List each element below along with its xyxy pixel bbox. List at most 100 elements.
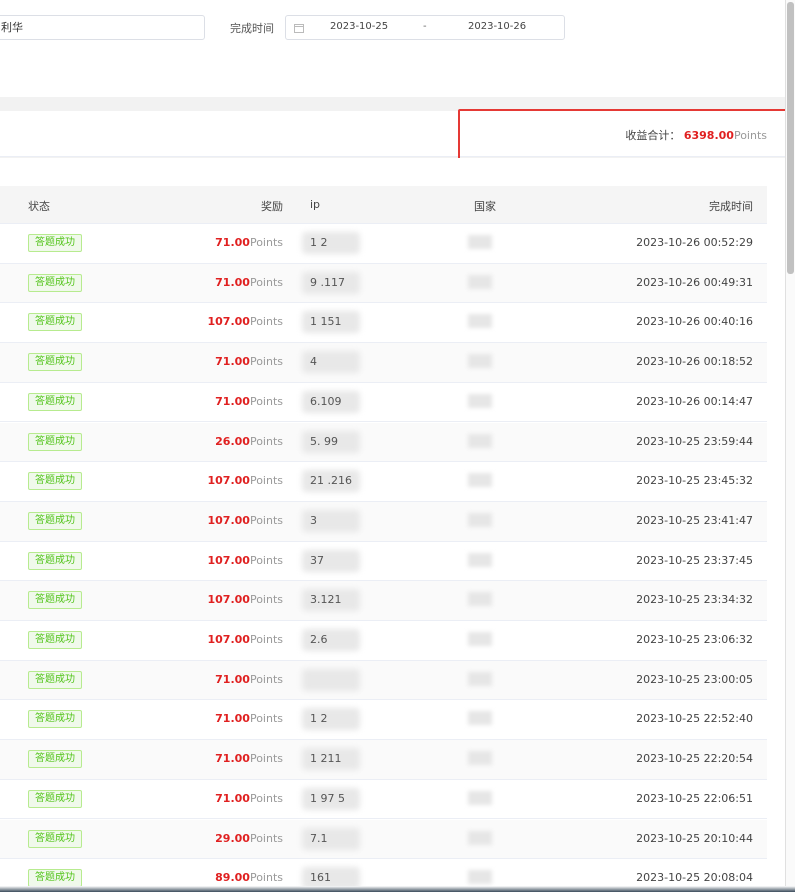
reward-cell: 89.00Points: [215, 871, 283, 884]
reward-value: 71.00: [215, 791, 250, 805]
reward-cell: 107.00Points: [208, 514, 284, 527]
ip-cell: 7.1: [310, 831, 328, 845]
country-cell-redacted: [468, 870, 492, 885]
ip-cell: 1 151: [310, 315, 342, 329]
reward-cell: 107.00Points: [208, 593, 284, 606]
reward-value: 107.00: [207, 474, 250, 488]
status-badge: 答题成功: [28, 710, 82, 729]
status-badge: 答题成功: [28, 273, 82, 292]
table-row: 答题成功 107.00Points 3.121 2023-10-25 23:34:3…: [0, 581, 767, 621]
completion-time-cell: 2023-10-25 23:37:45: [636, 553, 753, 567]
table-row: 答题成功 71.00Points 1 211 2023-10-25 22:20:54: [0, 740, 767, 780]
reward-value: 71.00: [215, 355, 250, 369]
completion-time-cell: 2023-10-25 20:10:44: [636, 831, 753, 845]
reward-cell: 71.00Points: [215, 355, 283, 368]
ip-cell: 1 2: [310, 712, 328, 726]
status-badge: 答题成功: [28, 392, 82, 411]
table-row: 答题成功 71.00Points 1 2 2023-10-25 22:52:40: [0, 700, 767, 741]
reward-unit: Points: [249, 791, 283, 805]
reward-value: 89.00: [215, 871, 250, 885]
reward-unit: Points: [249, 355, 283, 369]
reward-cell: 107.00Points: [208, 554, 284, 567]
reward-value: 107.00: [207, 593, 250, 607]
country-cell-redacted: [468, 711, 492, 726]
ip-cell: 2.6: [310, 633, 328, 646]
date-end[interactable]: 2023-10-26: [468, 21, 526, 32]
reward-cell: 26.00Points: [215, 435, 283, 448]
reward-cell: 107.00Points: [208, 315, 284, 328]
status-badge: 答题成功: [28, 631, 82, 649]
table-row: 答题成功 71.00Points 1 2 2023-10-26 00:52:29: [0, 224, 767, 264]
reward-cell: 71.00Points: [215, 673, 283, 686]
reward-cell: 71.00Points: [215, 236, 283, 249]
ip-redaction: [302, 668, 360, 691]
reward-value: 107.00: [207, 513, 250, 527]
date-start[interactable]: 2023-10-25: [330, 21, 388, 32]
status-badge: 答题成功: [28, 551, 82, 570]
ip-cell: 3: [310, 513, 317, 527]
reward-unit: Points: [249, 831, 283, 845]
completion-time-cell: 2023-10-26 00:14:47: [636, 394, 753, 408]
completion-time-cell: 2023-10-25 20:08:04: [636, 871, 753, 885]
reward-cell: 71.00Points: [215, 276, 283, 289]
completion-time-cell: 2023-10-26 00:49:31: [636, 275, 753, 289]
reward-cell: 71.00Points: [215, 395, 283, 408]
table-row: 答题成功 107.00Points 1 151 2023-10-26 00:40:1…: [0, 303, 767, 344]
ip-cell: 5. 99: [310, 434, 338, 448]
reward-value: 107.00: [207, 553, 250, 567]
calendar-icon: [294, 24, 304, 33]
ip-cell: 3.121: [310, 593, 342, 607]
table-row: 答题成功 26.00Points 5. 99 2023-10-25 23:59:44: [0, 422, 767, 463]
filter-panel: 利华 完成时间 2023-10-25 - 2023-10-26: [0, 0, 795, 97]
country-cell-redacted: [468, 393, 492, 408]
completion-time-cell: 2023-10-25 22:52:40: [636, 712, 753, 726]
reward-unit: Points: [249, 593, 283, 607]
status-badge: 答题成功: [28, 591, 82, 610]
reward-unit: Points: [249, 752, 283, 766]
name-search-input[interactable]: 利华: [0, 15, 205, 40]
reward-value: 107.00: [207, 315, 250, 329]
reward-unit: Points: [249, 672, 283, 686]
table-header: 状态 奖励 ip 国家 完成时间: [0, 186, 767, 224]
reward-cell: 107.00Points: [208, 474, 284, 487]
reward-unit: Points: [249, 712, 283, 726]
status-badge: 答题成功: [28, 353, 82, 372]
reward-unit: Points: [249, 394, 283, 408]
reward-cell: 71.00Points: [215, 752, 283, 765]
reward-unit: Points: [249, 474, 283, 488]
reward-value: 71.00: [215, 752, 250, 766]
country-cell-redacted: [468, 314, 492, 329]
header-status: 状态: [28, 200, 50, 213]
country-cell-redacted: [468, 790, 492, 805]
reward-unit: Points: [249, 871, 283, 885]
scrollbar-thumb[interactable]: [787, 2, 794, 274]
status-badge: 答题成功: [28, 750, 82, 769]
reward-value: 71.00: [215, 275, 250, 289]
country-cell-redacted: [468, 235, 492, 249]
reward-value: 71.00: [215, 712, 250, 726]
ip-cell: 4: [310, 355, 317, 369]
vertical-scrollbar[interactable]: [785, 0, 795, 892]
table-row: 答题成功 107.00Points 2.6 2023-10-25 23:06:32: [0, 621, 767, 661]
table-row: 答题成功 107.00Points 3 2023-10-25 23:41:47: [0, 501, 767, 542]
country-cell-redacted: [468, 512, 492, 527]
completion-time-cell: 2023-10-26 00:40:16: [636, 315, 753, 329]
country-cell-redacted: [468, 671, 492, 686]
table-row: 答题成功 71.00Points 1 97 5 2023-10-25 22:06:51: [0, 779, 767, 820]
table-row: 答题成功 107.00Points 37 2023-10-25 23:37:45: [0, 541, 767, 582]
reward-cell: 29.00Points: [215, 832, 283, 845]
completion-time-cell: 2023-10-25 23:45:32: [636, 474, 753, 488]
reward-value: 71.00: [215, 394, 250, 408]
reward-value: 26.00: [215, 434, 250, 448]
status-badge: 答题成功: [28, 472, 82, 491]
status-badge: 答题成功: [28, 432, 82, 451]
taskbar-edge: [0, 886, 795, 892]
reward-cell: 107.00Points: [208, 633, 284, 646]
records-table: 状态 奖励 ip 国家 完成时间 答题成功 71.00Points 1 2 2023-…: [0, 158, 785, 892]
table-row: 答题成功 71.00Points 6.109 2023-10-26 00:14:47: [0, 382, 767, 423]
reward-cell: 71.00Points: [215, 712, 283, 725]
date-separator: -: [423, 21, 427, 32]
date-range-picker[interactable]: 2023-10-25 - 2023-10-26: [285, 15, 565, 40]
ip-cell: 37: [310, 553, 324, 567]
ip-cell: 1 97 5: [310, 791, 345, 805]
